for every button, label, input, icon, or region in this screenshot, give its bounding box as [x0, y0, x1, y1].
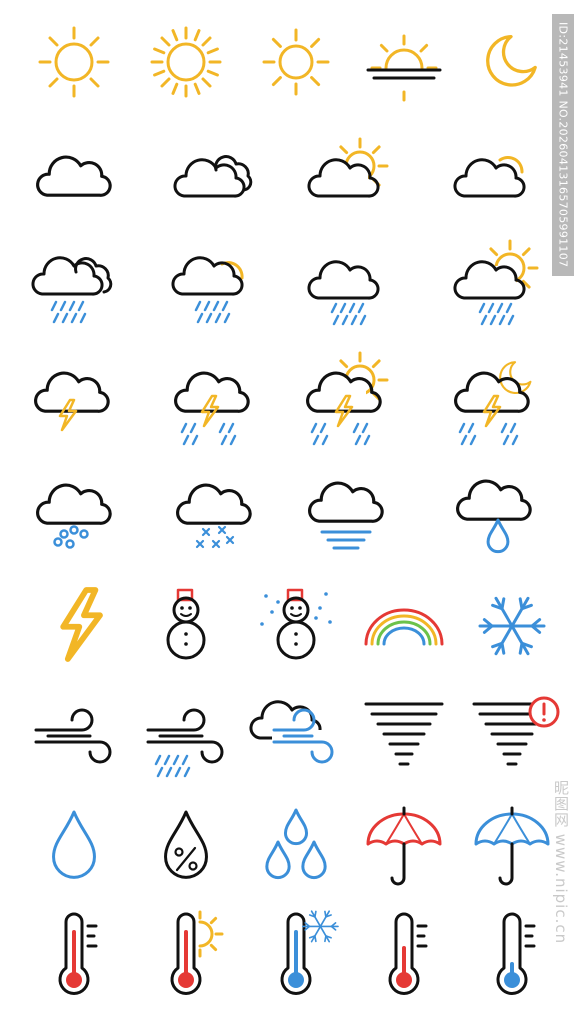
- cloud-sun-behind-icon: [446, 134, 542, 230]
- snowman-snowing-icon: [248, 578, 344, 674]
- sun-bright-icon: [138, 22, 234, 118]
- wind-rain-icon: [138, 690, 234, 786]
- cloud-rain-icon: [298, 244, 394, 340]
- rainbow-icon: [356, 578, 452, 674]
- weather-icon-grid: [0, 0, 576, 1024]
- cloud-moon-lightning-icon: [446, 356, 542, 452]
- cloud-sun-icon: [298, 134, 394, 230]
- cloud-sun-rain-small-icon: [166, 244, 262, 340]
- watermark-text: 昵图网 www.nipic.cn: [552, 780, 570, 945]
- crescent-moon-icon: [464, 22, 560, 118]
- thermometer-sun-icon: [138, 908, 234, 1004]
- cloud-fog-icon: [298, 468, 394, 564]
- umbrella-red-icon: [356, 800, 452, 896]
- thermometer-hot-icon: [26, 908, 122, 1004]
- sunset-icon: [356, 22, 452, 118]
- cloud-wind-icon: [248, 690, 344, 786]
- thermometer-medium-icon: [356, 908, 452, 1004]
- snowflake-icon: [464, 578, 560, 674]
- snowman-icon: [138, 578, 234, 674]
- lightning-icon: [26, 578, 122, 674]
- cloud-drop-icon: [446, 468, 542, 564]
- tornado-icon: [356, 690, 452, 786]
- cloud-sun-lightning-icon: [298, 351, 394, 452]
- cloud-icon: [26, 134, 122, 230]
- clouds-rain-icon: [26, 244, 122, 340]
- tornado-warning-icon: [464, 690, 560, 786]
- drops-icon: [248, 800, 344, 896]
- sun-small-icon: [248, 22, 344, 118]
- drop-icon: [26, 800, 122, 896]
- cloud-hail-icon: [26, 468, 122, 564]
- cloud-snow-icon: [166, 468, 262, 564]
- cloud-lightning-icon: [26, 356, 122, 452]
- humidity-icon: [138, 800, 234, 896]
- wind-icon: [26, 690, 122, 786]
- sun-icon: [26, 22, 122, 118]
- cloud-sun-rain-icon: [446, 239, 542, 340]
- cloud-lightning-rain-icon: [166, 356, 262, 452]
- image-id-badge: ID:21453941 NO.20260413165705991107: [552, 14, 574, 276]
- clouds-icon: [166, 134, 262, 230]
- thermometer-snow-icon: [248, 908, 344, 1004]
